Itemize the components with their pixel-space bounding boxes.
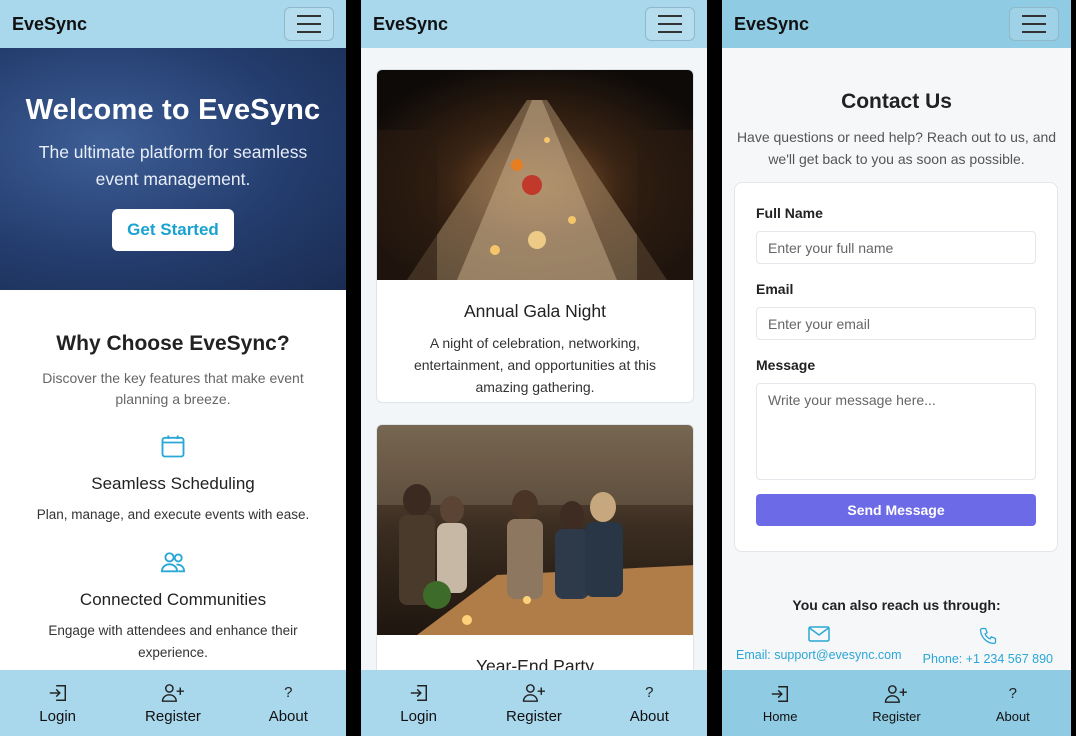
features-section: Why Choose EveSync? Discover the key fea… bbox=[0, 290, 346, 664]
user-plus-icon bbox=[161, 683, 184, 702]
email-label: Email bbox=[756, 281, 794, 297]
feature-text: Engage with attendees and enhance their … bbox=[48, 623, 298, 660]
login-icon bbox=[410, 684, 427, 701]
event-card[interactable]: Year-End Party bbox=[376, 424, 694, 684]
hero-title: Welcome to EveSync bbox=[25, 94, 321, 126]
event-description: A night of celebration, networking, ente… bbox=[413, 335, 657, 395]
feature-title: Connected Communities bbox=[79, 590, 267, 609]
get-started-button[interactable]: Get Started bbox=[112, 209, 234, 251]
phone-link[interactable]: Phone: +1 234 567 890 bbox=[923, 626, 1053, 666]
top-navbar: EveSync bbox=[361, 0, 707, 48]
login-icon bbox=[49, 684, 66, 701]
nav-register[interactable]: Register bbox=[489, 682, 579, 725]
feature-item: Connected Communities Engage with attend… bbox=[0, 548, 346, 664]
hamburger-icon bbox=[297, 15, 321, 17]
brand-logo[interactable]: EveSync bbox=[734, 14, 809, 35]
question-icon: ? bbox=[645, 684, 654, 701]
hero-section: Welcome to EveSync The ultimate platform… bbox=[0, 48, 346, 290]
brand-logo[interactable]: EveSync bbox=[12, 14, 87, 35]
contact-screen: EveSync Contact Us Have questions or nee… bbox=[722, 0, 1071, 736]
nav-label: About bbox=[268, 707, 308, 725]
users-icon bbox=[160, 552, 186, 573]
feature-title: Seamless Scheduling bbox=[91, 474, 255, 493]
bottom-nav: Login Register ? About bbox=[361, 670, 707, 736]
nav-label: Login bbox=[39, 707, 76, 725]
event-title: Annual Gala Night bbox=[463, 301, 607, 321]
nav-register[interactable]: Register bbox=[128, 682, 218, 725]
phone-icon bbox=[979, 627, 996, 645]
name-label: Full Name bbox=[756, 205, 823, 221]
page-title: Contact Us bbox=[841, 90, 952, 113]
mail-icon bbox=[808, 626, 830, 642]
question-icon: ? bbox=[284, 684, 293, 701]
home-screen: EveSync Welcome to EveSync The ultimate … bbox=[0, 0, 346, 736]
event-photo bbox=[377, 425, 693, 635]
name-field[interactable]: Enter your full name bbox=[756, 231, 1036, 264]
menu-toggle-button[interactable] bbox=[645, 7, 695, 41]
send-message-button[interactable]: Send Message bbox=[756, 494, 1036, 526]
feature-text: Plan, manage, and execute events with ea… bbox=[36, 507, 310, 522]
top-navbar: EveSync bbox=[0, 0, 346, 48]
features-title: Why Choose EveSync? bbox=[56, 332, 290, 355]
nav-label: Register bbox=[872, 708, 921, 724]
contact-header: Contact Us Have questions or need help? … bbox=[722, 48, 1071, 170]
contact-links: Email: support@evesync.com Phone: +1 234… bbox=[722, 626, 1071, 666]
phone-text: Phone: +1 234 567 890 bbox=[922, 652, 1053, 666]
brand-logo[interactable]: EveSync bbox=[373, 14, 448, 35]
nav-label: About bbox=[629, 707, 669, 725]
top-navbar: EveSync bbox=[722, 0, 1071, 48]
hamburger-icon bbox=[1022, 15, 1046, 17]
hero-subtitle: The ultimate platform for seamless event… bbox=[38, 142, 308, 189]
calendar-icon bbox=[161, 435, 185, 458]
question-icon: ? bbox=[1008, 685, 1017, 702]
user-plus-icon bbox=[522, 683, 545, 702]
bottom-nav: Home Register ? About bbox=[722, 670, 1071, 736]
login-icon bbox=[771, 685, 789, 702]
reach-title: You can also reach us through: bbox=[792, 597, 1001, 613]
page-subtitle: Have questions or need help? Reach out t… bbox=[736, 129, 1057, 167]
email-link[interactable]: Email: support@evesync.com bbox=[736, 626, 902, 666]
nav-about[interactable]: ? About bbox=[604, 682, 694, 725]
nav-home[interactable]: Home bbox=[735, 683, 825, 724]
contact-form: Full Name Enter your full name Email Ent… bbox=[734, 182, 1058, 552]
nav-label: About bbox=[995, 708, 1030, 724]
user-plus-icon bbox=[885, 684, 908, 703]
nav-login[interactable]: Login bbox=[374, 682, 464, 725]
events-screen: EveSync Annual Gala Night A night of cel… bbox=[361, 0, 707, 736]
nav-about[interactable]: ? About bbox=[968, 683, 1058, 724]
event-photo bbox=[377, 70, 693, 280]
nav-about[interactable]: ? About bbox=[243, 682, 333, 725]
event-card[interactable]: Annual Gala Night A night of celebration… bbox=[376, 69, 694, 403]
bottom-nav: Login Register ? About bbox=[0, 670, 346, 736]
email-field[interactable]: Enter your email bbox=[756, 307, 1036, 340]
message-label: Message bbox=[756, 357, 816, 373]
nav-login[interactable]: Login bbox=[13, 682, 103, 725]
hamburger-icon bbox=[658, 15, 682, 17]
menu-toggle-button[interactable] bbox=[284, 7, 334, 41]
nav-label: Register bbox=[145, 707, 201, 725]
email-text: Email: support@evesync.com bbox=[736, 648, 902, 662]
nav-label: Login bbox=[400, 707, 437, 725]
features-subtitle: Discover the key features that make even… bbox=[42, 370, 304, 407]
nav-label: Home bbox=[762, 708, 798, 724]
message-field[interactable]: Write your message here... bbox=[756, 383, 1036, 480]
nav-register[interactable]: Register bbox=[851, 683, 941, 724]
feature-item: Seamless Scheduling Plan, manage, and ex… bbox=[0, 432, 346, 526]
menu-toggle-button[interactable] bbox=[1009, 7, 1059, 41]
nav-label: Register bbox=[506, 707, 562, 725]
